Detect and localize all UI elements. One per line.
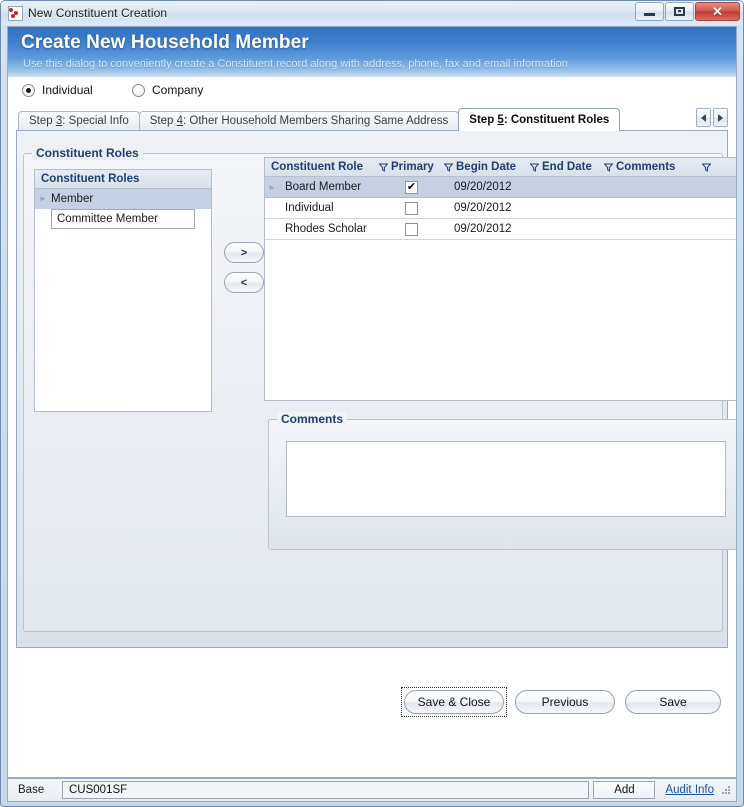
grid-column-constituent-role[interactable]: Constituent Role: [265, 158, 379, 176]
minimize-button[interactable]: [635, 2, 664, 21]
grid-column-comments[interactable]: Comments: [604, 158, 702, 176]
tab-strip: Step 3: Special Info Step 4: Other House…: [8, 107, 736, 131]
tab-step-5-constituent-roles[interactable]: Step 5: Constituent Roles: [458, 108, 621, 131]
grid-column-filter-trailing[interactable]: [702, 158, 732, 176]
primary-checkbox[interactable]: [405, 222, 418, 236]
available-roles-header: Constituent Roles: [35, 170, 211, 189]
page-title: Create New Household Member: [21, 32, 309, 53]
tab-scroll-right-button[interactable]: [713, 108, 728, 127]
tab-step-4-other-household-members[interactable]: Step 4: Other Household Members Sharing …: [138, 111, 460, 131]
entity-type-group: Individual Company: [8, 77, 736, 107]
filter-icon[interactable]: [444, 163, 453, 172]
tab-list: Step 3: Special Info Step 4: Other House…: [18, 108, 621, 131]
radio-company-label: Company: [152, 83, 204, 97]
radio-individual-label: Individual: [42, 83, 93, 97]
row-indicator-icon: ►: [39, 194, 47, 203]
base-input[interactable]: [62, 781, 590, 799]
constituent-roles-groupbox: Constituent Roles Constituent Roles ► Me…: [23, 146, 736, 632]
add-role-button[interactable]: >: [224, 242, 264, 263]
selected-roles-grid[interactable]: Constituent Role Primary Begin Date End …: [264, 157, 736, 401]
title-bar: New Constituent Creation ✕: [1, 1, 743, 25]
radio-company[interactable]: Company: [132, 83, 203, 97]
cell-constituent-role: Individual: [285, 202, 334, 214]
resize-grip-icon[interactable]: [720, 784, 732, 796]
radio-individual[interactable]: Individual: [22, 83, 93, 97]
tab-page-constituent-roles: Constituent Roles Constituent Roles ► Me…: [16, 130, 736, 648]
filter-icon[interactable]: [379, 163, 388, 172]
base-label: Base: [18, 784, 45, 796]
table-row[interactable]: Rhodes Scholar 09/20/2012: [265, 219, 736, 240]
grid-column-end-date[interactable]: End Date: [530, 158, 604, 176]
tab-scroll-buttons: [696, 108, 728, 127]
minimize-icon: [644, 13, 655, 16]
add-button[interactable]: Add: [593, 781, 656, 799]
tab-step-3-special-info[interactable]: Step 3: Special Info: [18, 111, 140, 131]
cell-primary[interactable]: ✔: [379, 180, 444, 194]
cell-primary[interactable]: [379, 222, 444, 236]
chevron-left-icon: [701, 113, 706, 122]
restore-button[interactable]: [665, 2, 694, 21]
list-item-label: Committee Member: [57, 213, 158, 225]
close-button[interactable]: ✕: [695, 2, 740, 21]
application-window: New Constituent Creation ✕ Create New Ho…: [0, 0, 744, 807]
page-subtitle: Use this dialog to conveniently create a…: [23, 58, 568, 70]
filter-icon[interactable]: [530, 163, 539, 172]
cell-primary[interactable]: [379, 201, 444, 215]
grid-column-primary[interactable]: Primary: [379, 158, 444, 176]
previous-button[interactable]: Previous: [515, 690, 615, 714]
row-indicator-icon: ►: [268, 182, 276, 192]
table-row[interactable]: Individual 09/20/2012: [265, 198, 736, 219]
dialog-footer: Save & Close Previous Save: [8, 682, 736, 732]
radio-dot-icon: [22, 83, 35, 97]
groupbox-title: Constituent Roles: [32, 146, 143, 160]
audit-info-link[interactable]: Audit Info: [665, 784, 714, 796]
table-row[interactable]: ► Board Member ✔ 09/20/2012: [265, 177, 736, 198]
cell-begin-date: 09/20/2012: [454, 181, 512, 193]
chevron-right-icon: [718, 113, 723, 122]
comments-groupbox: Comments: [268, 412, 736, 550]
save-and-close-button[interactable]: Save & Close: [404, 690, 504, 714]
primary-checkbox[interactable]: [405, 201, 418, 215]
list-item[interactable]: ► Member: [35, 189, 211, 209]
filter-icon[interactable]: [702, 163, 711, 172]
list-item[interactable]: Committee Member: [51, 209, 195, 229]
transfer-buttons: > <: [224, 242, 264, 293]
save-button[interactable]: Save: [625, 690, 721, 714]
comments-groupbox-title: Comments: [277, 412, 348, 426]
cell-begin-date: 09/20/2012: [454, 202, 512, 214]
dialog-banner: Create New Household Member Use this dia…: [8, 27, 736, 77]
close-icon: ✕: [712, 4, 723, 19]
dialog-client-area: Create New Household Member Use this dia…: [7, 26, 737, 778]
filter-icon[interactable]: [604, 163, 613, 172]
window-controls: ✕: [635, 2, 740, 21]
app-icon: [7, 5, 23, 21]
restore-icon: [674, 7, 685, 16]
radio-dot-icon: [132, 83, 145, 97]
available-roles-list[interactable]: Constituent Roles ► Member Committee Mem…: [34, 169, 212, 412]
remove-role-button[interactable]: <: [224, 272, 264, 293]
cell-constituent-role: Board Member: [285, 181, 362, 193]
grid-header-row: Constituent Role Primary Begin Date End …: [265, 158, 736, 177]
primary-checkbox[interactable]: ✔: [405, 180, 418, 194]
list-item-label: Member: [51, 193, 94, 205]
window-title: New Constituent Creation: [28, 6, 168, 20]
status-bar: Base Add Audit Info: [7, 778, 737, 802]
comments-textarea[interactable]: [286, 441, 726, 517]
cell-begin-date: 09/20/2012: [454, 223, 512, 235]
tab-scroll-left-button[interactable]: [696, 108, 711, 127]
cell-constituent-role: Rhodes Scholar: [285, 223, 367, 235]
grid-column-begin-date[interactable]: Begin Date: [444, 158, 530, 176]
